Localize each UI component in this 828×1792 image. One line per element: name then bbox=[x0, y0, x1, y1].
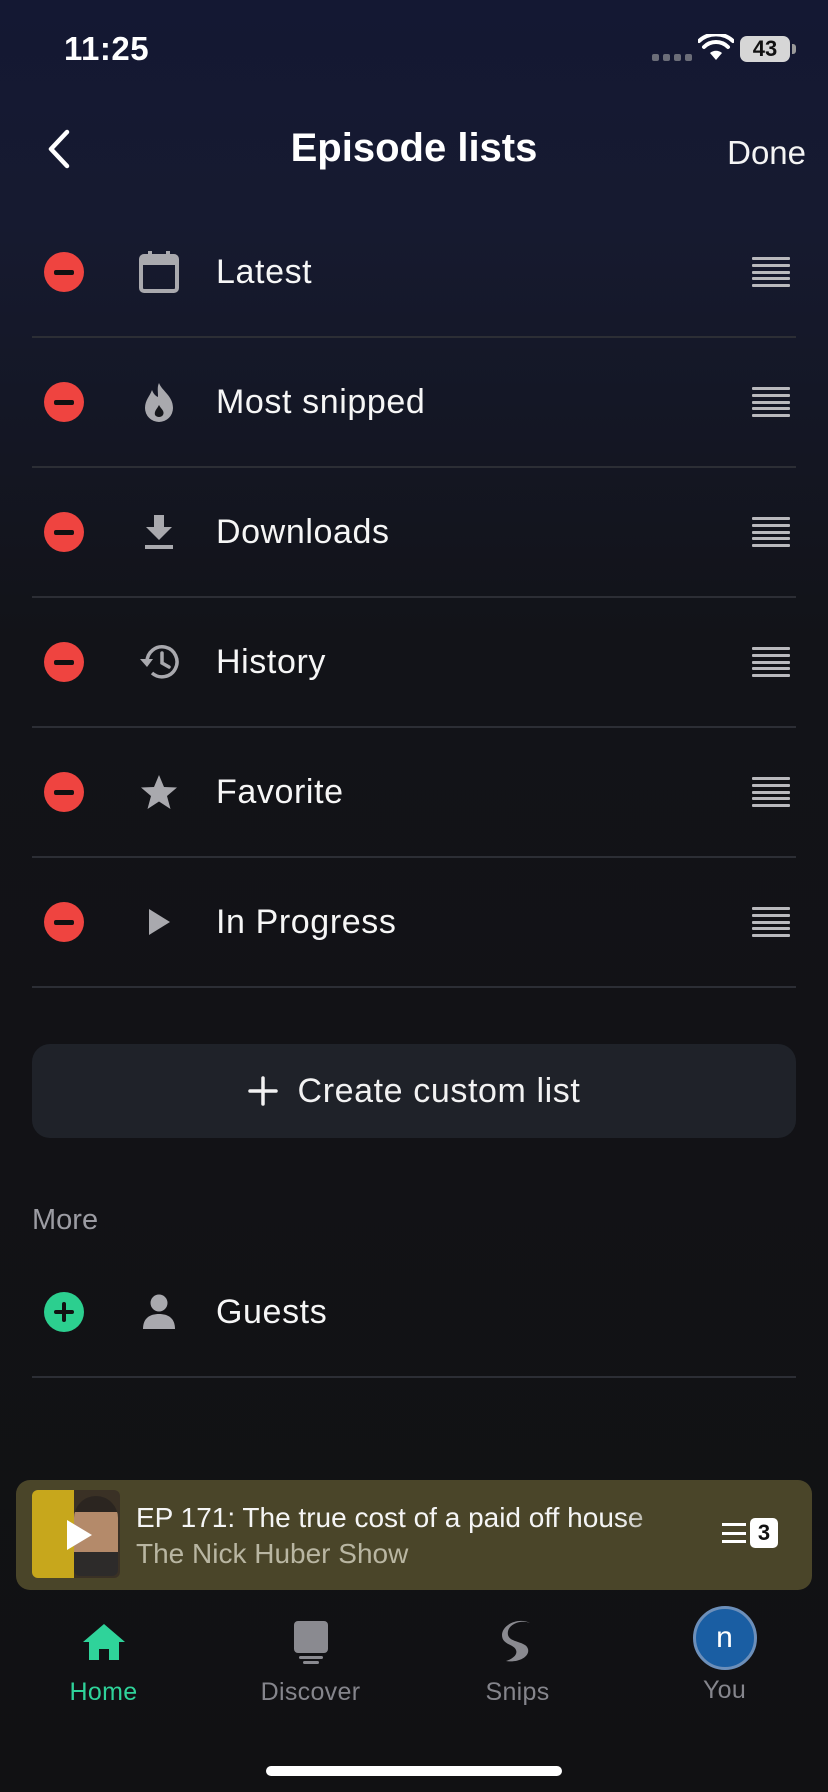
create-custom-list-button[interactable]: Create custom list bbox=[32, 1044, 796, 1138]
home-icon bbox=[74, 1614, 134, 1670]
done-button[interactable]: Done bbox=[727, 134, 806, 172]
drag-handle[interactable] bbox=[752, 647, 790, 677]
mini-player[interactable]: EP 171: The true cost of a paid off hous… bbox=[16, 1480, 812, 1590]
list-item-label: Most snipped bbox=[216, 382, 426, 421]
calendar-icon bbox=[136, 249, 182, 295]
play-icon bbox=[136, 899, 182, 945]
list-item-most-snipped[interactable]: Most snipped bbox=[32, 338, 796, 468]
avatar: n bbox=[692, 1606, 757, 1670]
remove-in-progress-button[interactable] bbox=[44, 902, 84, 942]
battery-indicator: 43 bbox=[740, 36, 796, 62]
drag-handle[interactable] bbox=[752, 257, 790, 287]
more-heading: More bbox=[32, 1204, 99, 1236]
list-item-label: Favorite bbox=[216, 772, 344, 811]
tab-home[interactable]: Home bbox=[0, 1600, 207, 1720]
remove-downloads-button[interactable] bbox=[44, 512, 84, 552]
list-item-label: History bbox=[216, 642, 326, 681]
remove-favorite-button[interactable] bbox=[44, 772, 84, 812]
drag-handle[interactable] bbox=[752, 777, 790, 807]
list-item-latest[interactable]: Latest bbox=[32, 208, 796, 338]
remove-most-snipped-button[interactable] bbox=[44, 382, 84, 422]
discover-icon bbox=[281, 1614, 341, 1670]
tab-label: You bbox=[702, 1676, 747, 1704]
queue-count-badge: 3 bbox=[750, 1518, 778, 1548]
drag-handle[interactable] bbox=[752, 517, 790, 547]
plus-icon bbox=[54, 1302, 74, 1322]
episode-title: EP 171: The true cost of a paid off hous… bbox=[136, 1502, 644, 1533]
tab-bar: Home Discover Snips n You bbox=[0, 1600, 828, 1720]
list-item-label: In Progress bbox=[216, 902, 397, 941]
tab-discover[interactable]: Discover bbox=[207, 1600, 414, 1720]
list-item-in-progress[interactable]: In Progress bbox=[32, 858, 796, 988]
flame-icon bbox=[136, 379, 182, 425]
status-bar: 11:25 43 bbox=[0, 0, 828, 100]
person-icon bbox=[136, 1289, 182, 1335]
create-custom-list-label: Create custom list bbox=[297, 1071, 581, 1110]
add-guests-button[interactable] bbox=[44, 1292, 84, 1332]
tab-label: Snips bbox=[485, 1678, 550, 1706]
more-lists: Guests bbox=[32, 1248, 796, 1378]
tab-label: Home bbox=[69, 1678, 138, 1706]
list-item-downloads[interactable]: Downloads bbox=[32, 468, 796, 598]
list-item-label: Guests bbox=[216, 1292, 328, 1331]
remove-latest-button[interactable] bbox=[44, 252, 84, 292]
drag-handle[interactable] bbox=[752, 907, 790, 937]
snips-icon bbox=[488, 1614, 548, 1670]
tab-you[interactable]: n You bbox=[621, 1600, 828, 1720]
history-icon bbox=[136, 639, 182, 685]
drag-handle[interactable] bbox=[752, 387, 790, 417]
page-title: Episode lists bbox=[290, 126, 538, 170]
list-item-label: Downloads bbox=[216, 512, 390, 551]
list-item-history[interactable]: History bbox=[32, 598, 796, 728]
status-time: 11:25 bbox=[64, 30, 150, 67]
download-icon bbox=[136, 509, 182, 555]
podcast-artwork bbox=[32, 1490, 120, 1578]
plus-icon bbox=[247, 1076, 278, 1106]
tab-label: Discover bbox=[260, 1678, 361, 1706]
play-icon[interactable] bbox=[64, 1518, 94, 1552]
episode-lists: Latest Most snipped Downloads History Fa… bbox=[32, 208, 796, 988]
queue-button[interactable]: 3 bbox=[722, 1518, 778, 1548]
star-icon bbox=[136, 769, 182, 815]
list-item-favorite[interactable]: Favorite bbox=[32, 728, 796, 858]
wifi-icon bbox=[698, 34, 734, 60]
list-item-guests[interactable]: Guests bbox=[32, 1248, 796, 1378]
home-indicator bbox=[266, 1766, 562, 1776]
tab-snips[interactable]: Snips bbox=[414, 1600, 621, 1720]
queue-icon bbox=[722, 1523, 746, 1543]
remove-history-button[interactable] bbox=[44, 642, 84, 682]
cellular-signal-icon bbox=[652, 54, 692, 61]
show-name: The Nick Huber Show bbox=[136, 1538, 409, 1569]
header: Episode lists Done bbox=[0, 110, 828, 192]
list-item-label: Latest bbox=[216, 252, 313, 291]
